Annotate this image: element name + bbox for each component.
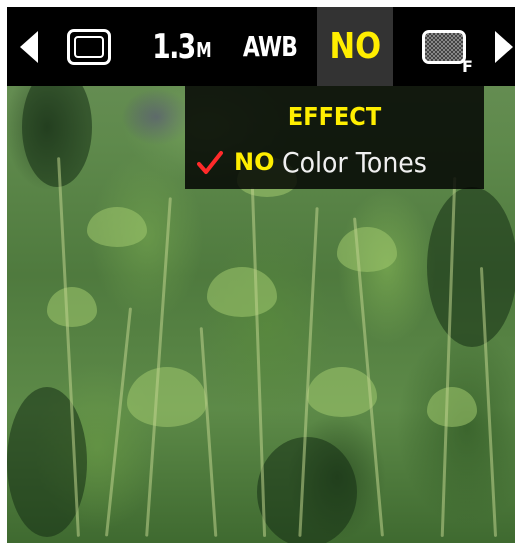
flash-mode-icon [422, 29, 466, 64]
effect-menu: EFFECT NO Color Tones [185, 86, 484, 189]
effect-selected-label: NO [329, 26, 381, 67]
frame-mode-button[interactable] [59, 7, 119, 86]
camera-settings-toolbar: 1.3 M AWB NO F [7, 7, 515, 86]
resolution-unit: M [196, 37, 212, 62]
flash-mode-sub-label: F [462, 57, 473, 76]
white-balance-label: AWB [242, 30, 298, 63]
effect-option-no[interactable]: NO Color Tones [185, 146, 484, 180]
resolution-button[interactable]: 1.3 M [152, 7, 213, 86]
check-icon [197, 151, 223, 174]
effect-option-label: Color Tones [282, 146, 427, 179]
resolution-value: 1.3 [152, 26, 196, 67]
effect-menu-title: EFFECT [287, 102, 382, 131]
effect-button[interactable]: NO [317, 7, 393, 86]
frame-icon [67, 28, 111, 65]
white-balance-button[interactable]: AWB [243, 7, 298, 86]
effect-option-code: NO [234, 148, 275, 176]
arrow-left-icon[interactable] [17, 7, 41, 86]
arrow-right-icon[interactable] [493, 7, 515, 86]
